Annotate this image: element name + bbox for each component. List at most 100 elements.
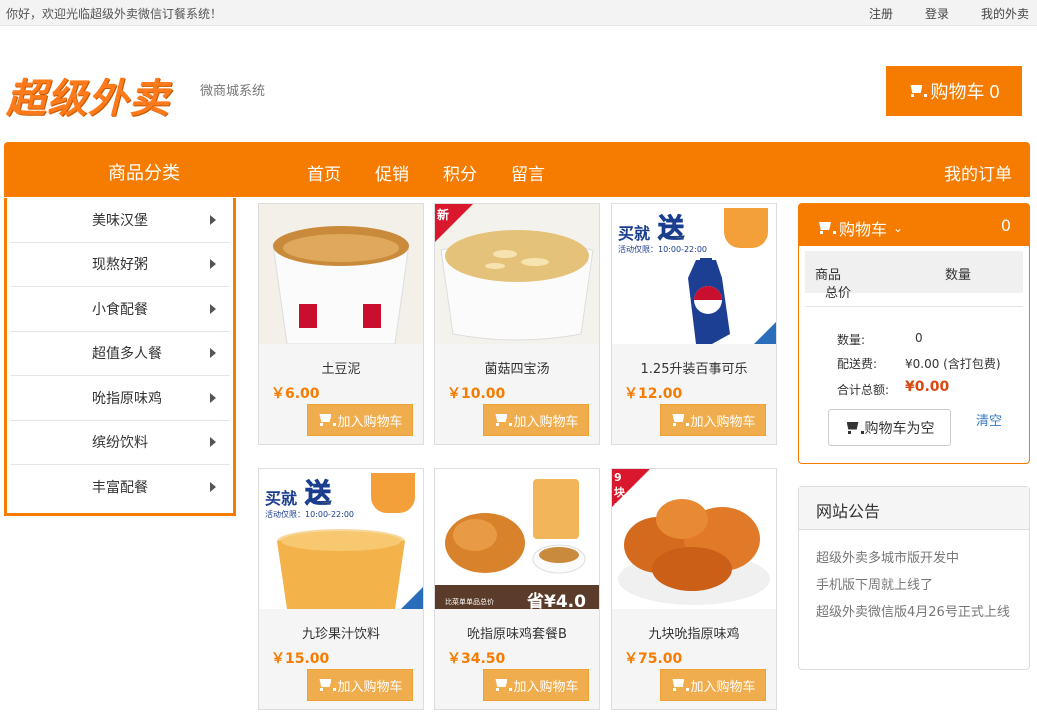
header-cart-label: 购物车 0 <box>930 82 1000 102</box>
nav-item-message[interactable]: 留言 <box>511 160 545 185</box>
category-item-drinks[interactable]: 缤纷饮料 <box>10 421 230 465</box>
product-card: 新 菌菇四宝汤 ￥10.00 加入购物车 <box>434 203 600 445</box>
add-to-cart-button[interactable]: 加入购物车 <box>307 404 413 436</box>
cart-panel: 购物车 ⌄ 0 商品 数量 总价 数量: 0 配送费: ¥0.00 (含打包费) 合计… <box>798 203 1030 464</box>
product-image-chicken-set[interactable]: 比菜单单品总价 省¥4.0 <box>435 469 599 609</box>
caret-right-icon <box>210 259 216 270</box>
product-name: 九块吮指原味鸡 <box>648 627 740 642</box>
site-notice: 网站公告 超级外卖多城市版开发中 手机版下周就上线了 超级外卖微信版4月26号正… <box>798 486 1030 670</box>
add-to-cart-label: 加入购物车 <box>337 678 403 694</box>
add-to-cart-button[interactable]: 加入购物车 <box>483 669 589 701</box>
cart-icon <box>817 222 836 234</box>
category-item-family-meal[interactable]: 超值多人餐 <box>10 332 230 376</box>
product-image-mashed-potato[interactable] <box>259 204 423 344</box>
login-link[interactable]: 登录 <box>925 5 949 22</box>
product-card: 买就 送 活动仅限：10:00-22:00 九珍果汁饮料 ￥15.00 加入购物… <box>258 468 424 710</box>
add-to-cart-button[interactable]: 加入购物车 <box>660 404 766 436</box>
product-price: ￥6.00 <box>271 386 320 402</box>
cart-icon <box>317 414 337 426</box>
welcome-text: 你好，欢迎光临超级外卖微信订餐系统！ <box>6 7 223 21</box>
my-orders-link[interactable]: 我的订单 <box>944 160 1012 185</box>
shipping-value: ¥0.00 (含打包费) <box>905 357 1001 371</box>
col-total: 总价 <box>825 286 852 301</box>
promo-banner: 买就 送 活动仅限：10:00-22:00 <box>259 469 423 523</box>
cart-icon <box>670 414 690 426</box>
product-price: ￥10.00 <box>447 386 506 402</box>
cart-shipping-row: 配送费: ¥0.00 (含打包费) <box>837 355 1001 372</box>
promo-text: 买就 <box>265 489 298 508</box>
category-item-chicken[interactable]: 吮指原味鸡 <box>10 376 230 421</box>
notice-item[interactable]: 超级外卖微信版4月26号正式上线 <box>816 599 1020 626</box>
notice-item[interactable]: 超级外卖多城市版开发中 <box>816 545 1020 572</box>
category-label: 吮指原味鸡 <box>92 390 162 407</box>
caret-right-icon <box>210 437 216 448</box>
promo-big-text: 送 <box>304 479 332 510</box>
add-to-cart-button[interactable]: 加入购物车 <box>660 669 766 701</box>
badge-text: 新 <box>437 208 450 222</box>
nav-menu: 首页 促销 积分 留言 <box>307 160 545 185</box>
product-name: 土豆泥 <box>321 362 361 377</box>
shipping-label: 配送费: <box>837 357 878 371</box>
add-to-cart-button[interactable]: 加入购物车 <box>483 404 589 436</box>
promo-big-text: 送 <box>657 214 685 245</box>
category-label: 丰富配餐 <box>92 480 148 497</box>
category-item-snacks[interactable]: 小食配餐 <box>10 287 230 332</box>
qty-value: 0 <box>915 331 923 345</box>
category-label: 缤纷饮料 <box>92 435 148 452</box>
cart-icon <box>493 679 513 691</box>
my-takeout-link[interactable]: 我的外卖 <box>981 5 1029 22</box>
product-name: 菌菇四宝汤 <box>484 362 550 377</box>
category-label: 小食配餐 <box>92 301 148 318</box>
nav-item-points[interactable]: 积分 <box>443 160 477 185</box>
cart-icon <box>845 422 864 434</box>
category-item-burger[interactable]: 美味汉堡 <box>10 198 230 243</box>
product-price: ￥12.00 <box>624 386 683 402</box>
product-price: ￥15.00 <box>271 651 330 667</box>
category-title: 商品分类 <box>108 163 180 184</box>
category-item-porridge[interactable]: 现熬好粥 <box>10 243 230 287</box>
cart-icon <box>493 414 513 426</box>
caret-right-icon <box>210 348 216 359</box>
badge-text: 9块装 <box>614 471 625 515</box>
promo-text: 买就 <box>618 224 651 243</box>
cart-total-row: 合计总额: ¥0.00 <box>837 379 949 398</box>
category-label: 美味汉堡 <box>92 212 148 229</box>
product-image-pepsi[interactable]: 买就 送 活动仅限：10:00-22:00 <box>612 204 776 344</box>
nine-piece-badge: 9块装 <box>612 469 650 515</box>
promo-time: 活动仅限：10:00-22:00 <box>265 510 354 519</box>
product-price: ￥75.00 <box>624 651 683 667</box>
cart-empty-button[interactable]: 购物车为空 <box>828 409 951 446</box>
product-name: 九珍果汁饮料 <box>301 627 380 642</box>
product-image-juice[interactable]: 买就 送 活动仅限：10:00-22:00 <box>259 469 423 609</box>
product-card: 买就 送 活动仅限：10:00-22:00 1.25升装百事可乐 ￥12.00 … <box>611 203 777 445</box>
cart-count: 0 <box>1000 216 1011 235</box>
chevron-down-icon: ⌄ <box>893 221 904 235</box>
caret-right-icon <box>210 214 216 225</box>
notice-item[interactable]: 手机版下周就上线了 <box>816 572 1020 599</box>
clear-cart-link[interactable]: 清空 <box>976 410 1002 429</box>
add-to-cart-label: 加入购物车 <box>690 413 756 429</box>
add-to-cart-label: 加入购物车 <box>513 413 579 429</box>
notice-title: 网站公告 <box>799 487 1029 530</box>
promo-banner: 买就 送 活动仅限：10:00-22:00 <box>612 204 776 258</box>
add-to-cart-label: 加入购物车 <box>337 413 403 429</box>
cart-qty-row: 数量: 0 <box>837 331 923 348</box>
product-image-nine-piece-chicken[interactable]: 9块装 <box>612 469 776 609</box>
nav-item-home[interactable]: 首页 <box>307 160 341 185</box>
register-link[interactable]: 注册 <box>869 5 893 22</box>
empty-button-label: 购物车为空 <box>864 419 935 436</box>
cart-panel-header[interactable]: 购物车 ⌄ 0 <box>799 204 1029 246</box>
category-item-sides[interactable]: 丰富配餐 <box>10 465 230 510</box>
header-cart-button[interactable]: 购物车 0 <box>886 66 1022 116</box>
product-card: 土豆泥 ￥6.00 加入购物车 <box>258 203 424 445</box>
product-card: 9块装 九块吮指原味鸡 ￥75.00 加入购物车 <box>611 468 777 710</box>
total-label: 合计总额: <box>837 383 890 397</box>
col-qty: 数量 <box>945 268 972 283</box>
product-name: 吮指原味鸡套餐B <box>467 627 567 642</box>
product-image-mushroom-soup[interactable]: 新 <box>435 204 599 344</box>
site-logo[interactable]: 超级外卖 <box>6 66 170 124</box>
main-nav: 商品分类 首页 促销 积分 留言 我的订单 <box>4 142 1030 197</box>
add-to-cart-button[interactable]: 加入购物车 <box>307 669 413 701</box>
nav-item-promo[interactable]: 促销 <box>375 160 409 185</box>
product-name: 1.25升装百事可乐 <box>640 362 748 377</box>
